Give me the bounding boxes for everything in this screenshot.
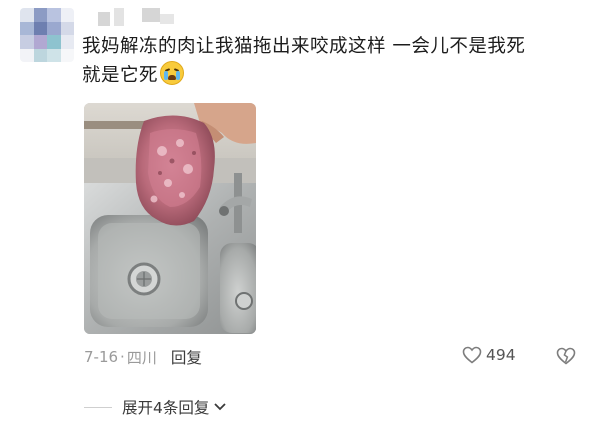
comment-date: 7-16: [84, 348, 119, 366]
avatar[interactable]: [20, 8, 74, 62]
expand-replies-label: 展开4条回复: [122, 399, 210, 417]
comment-text-line-2: 就是它死: [82, 61, 582, 90]
comment-location: 四川: [126, 348, 157, 367]
comment-text-line-1: 我妈解冻的肉让我猫拖出来咬成这样 一会儿不是我死: [82, 36, 526, 57]
photo-meat-over-sink: [84, 103, 256, 334]
chevron-down-icon: [214, 403, 227, 411]
expand-divider: [84, 406, 112, 408]
heart-outline-icon: [462, 346, 482, 364]
meta-separator: ·: [120, 348, 125, 366]
dislike-button[interactable]: [556, 347, 576, 369]
like-count: 494: [486, 346, 516, 364]
comment-text: 我妈解冻的肉让我猫拖出来咬成这样 一会儿不是我死 就是它死: [82, 32, 582, 90]
broken-heart-icon: [556, 347, 576, 365]
expand-replies-button[interactable]: 展开4条回复: [84, 396, 227, 418]
comment-text-line-2-text: 就是它死: [82, 65, 159, 86]
loudly-crying-face-icon: [160, 61, 185, 85]
username-blurred[interactable]: [98, 6, 190, 28]
reply-button[interactable]: 回复: [171, 346, 202, 368]
comment-meta: 7-16 · 四川 回复: [84, 346, 202, 368]
comment-photo[interactable]: [84, 103, 256, 334]
like-button[interactable]: 494: [462, 346, 516, 364]
